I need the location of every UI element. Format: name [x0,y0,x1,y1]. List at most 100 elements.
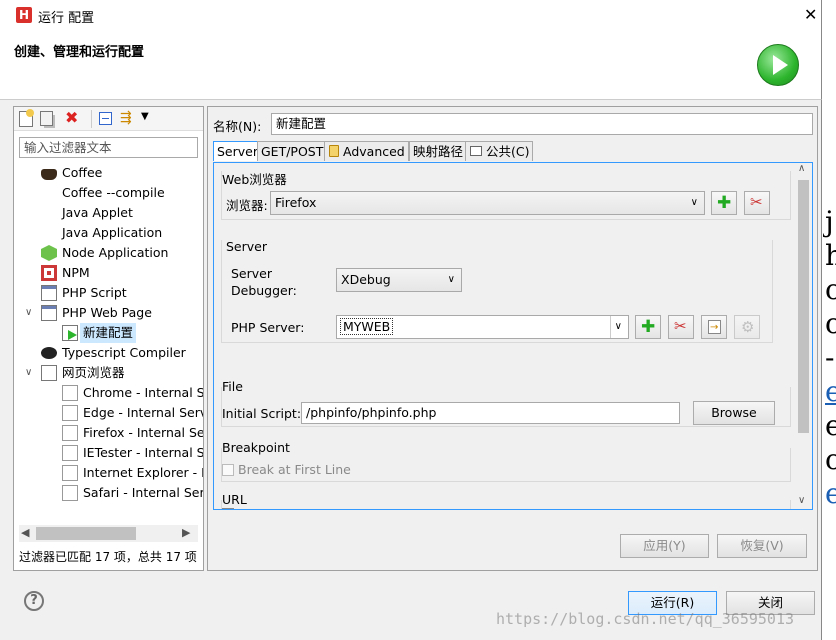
help-icon[interactable]: ? [24,591,44,611]
apply-button[interactable]: 应用(Y) [620,534,709,558]
collapse-all-icon[interactable] [99,112,112,125]
config-tree: Coffee Coffee --compile Java Applet Java Ap… [14,163,203,525]
tools-icon: ✂ [674,317,687,335]
tree-item[interactable]: Typescript Compiler [14,343,203,363]
tree-item-label: 网页浏览器 [62,365,125,380]
dialog-body: ✖ ⇶ ▼ 输入过滤器文本 Coffee Coffee --compile Java… [0,100,822,640]
horizontal-scrollbar[interactable]: ◀ ▶ [19,525,198,542]
php-server-label: PHP Server: [231,320,305,335]
configure-browser-button[interactable]: ✂ [744,191,770,215]
tree-item[interactable]: Firefox - Internal Ser [14,423,203,443]
chevron-down-icon: ∨ [609,316,622,338]
breakpoint-group-label: Breakpoint [222,440,290,455]
initial-script-value: /phpinfo/phpinfo.php [306,405,437,420]
import-server-button[interactable]: → [701,315,727,339]
scroll-thumb[interactable] [798,180,809,433]
window-title: 运行 配置 [38,11,95,26]
tree-item-label: PHP Script [62,285,127,300]
chevron-down-icon[interactable]: ∨ [25,363,32,383]
scroll-up-icon[interactable]: ∧ [798,163,805,174]
initial-script-label: Initial Script: [222,406,302,421]
tab-mapping-label: 映射路径 [413,144,464,159]
file-group-label: File [222,379,243,394]
tab-advanced[interactable]: Advanced [324,141,409,161]
filter-icon[interactable]: ⇶ [120,110,132,126]
chevron-down-icon: ∨ [690,197,698,208]
tree-item[interactable]: 新建配置 [14,323,203,343]
filter-input[interactable]: 输入过滤器文本 [19,137,198,158]
php-script-icon [41,285,57,301]
server-debugger-label: Server Debugger: [231,265,297,299]
page-icon [62,405,78,421]
add-server-button[interactable]: ✚ [635,315,661,339]
scroll-right-icon[interactable]: ▶ [182,526,190,539]
name-input[interactable]: 新建配置 [271,113,813,135]
tab-get-post[interactable]: GET/POST [257,141,328,161]
tree-item[interactable]: Coffee [14,163,203,183]
tree-item[interactable]: Java Application [14,223,203,243]
scroll-thumb[interactable] [36,527,136,540]
app-logo-icon: H [16,7,32,23]
page-icon [62,425,78,441]
close-icon[interactable]: ✕ [804,5,817,24]
tab-mapping[interactable]: 映射路径 [409,141,468,161]
duplicate-icon[interactable] [40,111,53,126]
tree-item[interactable]: IETester - Internal S [14,443,203,463]
gear-icon: ⚙ [741,318,755,336]
name-value: 新建配置 [276,116,327,131]
tree-item-label: NPM [62,265,90,280]
tree-item[interactable]: Coffee --compile [14,183,203,203]
browse-button[interactable]: Browse [693,401,775,425]
browser-folder-icon [41,365,57,381]
tree-item-label: Internet Explorer - I [83,465,203,480]
debugger-value: XDebug [341,272,391,287]
php-web-icon [41,305,57,321]
tab-common-label: 公共(C) [486,144,530,159]
break-first-line-checkbox[interactable] [222,464,234,476]
php-server-value: MYWEB [339,318,394,335]
debugger-select[interactable]: XDebug ∨ [336,268,462,292]
add-browser-button[interactable]: ✚ [711,191,737,215]
browser-select[interactable]: Firefox ∨ [270,191,705,215]
new-config-icon[interactable] [19,109,34,127]
run-large-icon [757,44,799,86]
tree-item-label: Java Application [62,225,163,240]
delete-icon[interactable]: ✖ [65,108,78,127]
server-group-label: Server [226,239,267,254]
php-server-select[interactable]: MYWEB ∨ [336,315,629,339]
tree-item[interactable]: Safari - Internal Serv [14,483,203,503]
vertical-scrollbar[interactable]: ∧ ∨ [794,163,812,509]
tree-item[interactable]: Internet Explorer - I [14,463,203,483]
tree-item-label: Typescript Compiler [62,345,186,360]
tree-item[interactable]: Edge - Internal Serv [14,403,203,423]
background-window-edge: jhoo-eeoe [823,0,836,640]
browser-value: Firefox [275,195,317,210]
initial-script-input[interactable]: /phpinfo/phpinfo.php [301,402,680,424]
server-settings-button[interactable]: ⚙ [734,315,760,339]
scroll-down-icon[interactable]: ∨ [798,495,805,506]
tree-item[interactable]: ∨ PHP Web Page [14,303,203,323]
scroll-left-icon[interactable]: ◀ [21,526,29,539]
tree-item[interactable]: NPM [14,263,203,283]
tab-strip: Server GET/POST Advanced 映射路径 公共(C) [213,141,813,162]
import-icon: → [708,320,721,334]
tree-item[interactable]: PHP Script [14,283,203,303]
chevron-down-icon[interactable]: ▼ [141,111,149,122]
url-checkbox[interactable] [222,508,234,509]
tree-item[interactable]: Node Application [14,243,203,263]
chevron-down-icon: ∨ [447,274,455,285]
tree-item-label: Chrome - Internal Se [83,385,203,400]
tree-item[interactable]: Java Applet [14,203,203,223]
tab-server[interactable]: Server [213,141,262,161]
node-icon [41,245,57,261]
tree-item[interactable]: ∨ 网页浏览器 [14,363,203,383]
configure-server-button[interactable]: ✂ [668,315,694,339]
tab-common[interactable]: 公共(C) [465,141,534,161]
tree-item[interactable]: Chrome - Internal Se [14,383,203,403]
server-debugger-label-1: Server [231,266,272,281]
left-panel: ✖ ⇶ ▼ 输入过滤器文本 Coffee Coffee --compile Java… [13,106,204,571]
revert-button[interactable]: 恢复(V) [717,534,807,558]
tree-item-label: PHP Web Page [62,305,152,320]
page-icon [62,385,78,401]
chevron-down-icon[interactable]: ∨ [25,303,32,323]
